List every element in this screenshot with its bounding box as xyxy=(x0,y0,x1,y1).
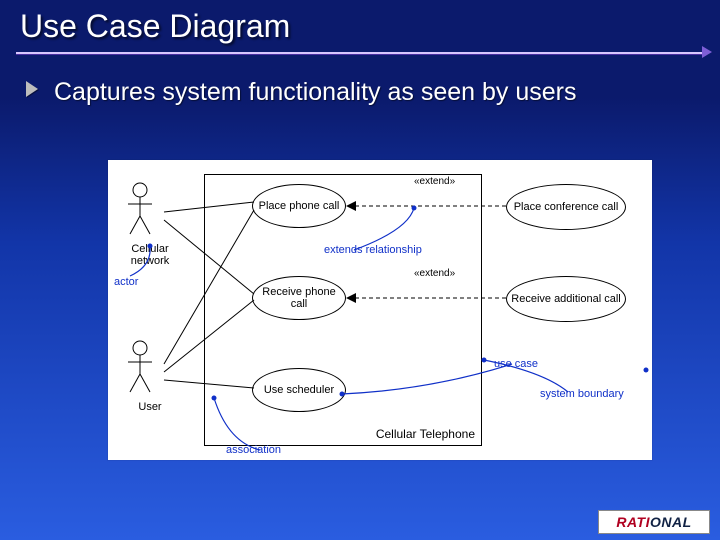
title-arrow-icon xyxy=(702,46,712,58)
actor-user: User xyxy=(126,340,174,413)
use-case-label: Use scheduler xyxy=(264,384,334,396)
logo-part1: RATI xyxy=(616,514,650,530)
logo-part2: ONAL xyxy=(650,514,692,530)
use-case-label: Receive phone call xyxy=(253,286,345,310)
use-case-label: Place conference call xyxy=(514,201,619,213)
actor-label: Cellular network xyxy=(126,243,174,267)
annotation-use-case: use case xyxy=(494,358,538,370)
stereotype-extend-1: «extend» xyxy=(414,176,455,187)
use-case-diagram: Cellular network User Cellular Telephone… xyxy=(108,160,652,460)
rational-logo: RATIONAL xyxy=(598,510,710,534)
use-case-use-scheduler: Use scheduler xyxy=(252,368,346,412)
stickman-icon xyxy=(126,182,154,236)
annotation-system-boundary: system boundary xyxy=(540,388,624,400)
use-case-receive-additional-call: Receive additional call xyxy=(506,276,626,322)
annotation-association: association xyxy=(226,444,281,456)
use-case-receive-phone-call: Receive phone call xyxy=(252,276,346,320)
bullet-item: Captures system functionality as seen by… xyxy=(54,78,680,108)
slide: Use Case Diagram Captures system functio… xyxy=(0,0,720,540)
annotation-actor: actor xyxy=(114,276,138,288)
stickman-icon xyxy=(126,340,154,394)
actor-cellular-network: Cellular network xyxy=(126,182,174,267)
system-boundary-label: Cellular Telephone xyxy=(376,427,475,441)
bullet-arrow-icon xyxy=(26,81,38,97)
annotation-extends: extends relationship xyxy=(324,244,422,256)
use-case-label: Place phone call xyxy=(259,200,340,212)
page-title: Use Case Diagram xyxy=(20,8,290,45)
bullet-text: Captures system functionality as seen by… xyxy=(54,78,576,106)
use-case-place-conference-call: Place conference call xyxy=(506,184,626,230)
use-case-place-phone-call: Place phone call xyxy=(252,184,346,228)
stereotype-extend-2: «extend» xyxy=(414,268,455,279)
use-case-label: Receive additional call xyxy=(511,293,620,305)
title-rule xyxy=(16,52,704,55)
actor-label: User xyxy=(126,401,174,413)
